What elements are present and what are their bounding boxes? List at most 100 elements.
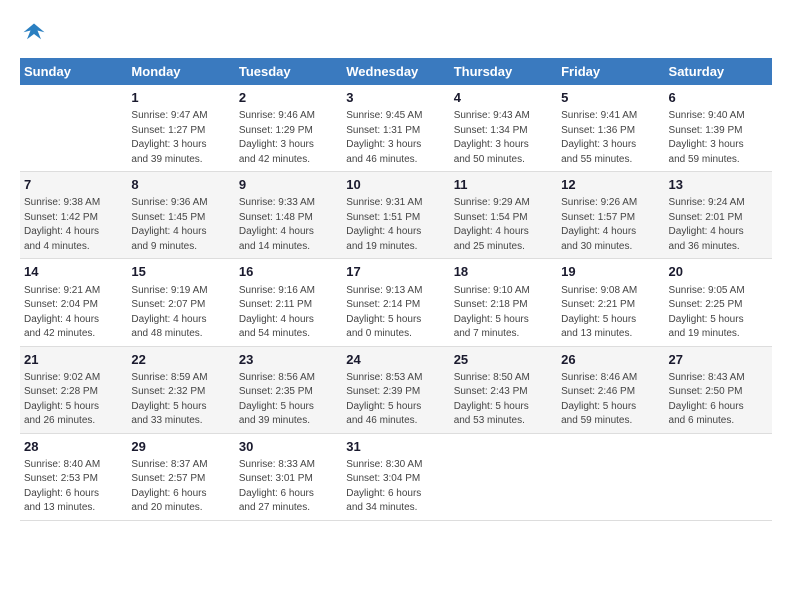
day-number: 21: [24, 351, 123, 369]
calendar-cell: 29 Sunrise: 8:37 AM Sunset: 2:57 PM Dayli…: [127, 433, 234, 520]
day-number: 30: [239, 438, 338, 456]
day-info: Sunrise: 9:47 AM Sunset: 1:27 PM Dayligh…: [131, 109, 230, 167]
day-info: Sunrise: 8:30 AM Sunset: 3:04 PM Dayligh…: [346, 458, 445, 516]
day-number: 1: [131, 89, 230, 107]
day-number: 18: [454, 263, 553, 281]
day-number: 22: [131, 351, 230, 369]
day-number: 25: [454, 351, 553, 369]
weekday-header-tuesday: Tuesday: [235, 58, 342, 85]
day-info: Sunrise: 9:08 AM Sunset: 2:21 PM Dayligh…: [561, 284, 660, 342]
day-info: Sunrise: 8:50 AM Sunset: 2:43 PM Dayligh…: [454, 371, 553, 429]
day-number: 17: [346, 263, 445, 281]
calendar-cell: 8 Sunrise: 9:36 AM Sunset: 1:45 PM Daylig…: [127, 172, 234, 259]
day-number: 20: [669, 263, 768, 281]
day-number: 16: [239, 263, 338, 281]
day-info: Sunrise: 8:37 AM Sunset: 2:57 PM Dayligh…: [131, 458, 230, 516]
day-info: Sunrise: 9:21 AM Sunset: 2:04 PM Dayligh…: [24, 284, 123, 342]
day-info: Sunrise: 8:46 AM Sunset: 2:46 PM Dayligh…: [561, 371, 660, 429]
calendar-cell: 25 Sunrise: 8:50 AM Sunset: 2:43 PM Dayli…: [450, 346, 557, 433]
calendar-cell: [557, 433, 664, 520]
calendar-cell: 13 Sunrise: 9:24 AM Sunset: 2:01 PM Dayli…: [665, 172, 772, 259]
day-number: 14: [24, 263, 123, 281]
day-number: 8: [131, 176, 230, 194]
calendar-cell: 22Sunrise: 8:59 AM Sunset: 2:32 PM Dayli…: [127, 346, 234, 433]
day-info: Sunrise: 8:33 AM Sunset: 3:01 PM Dayligh…: [239, 458, 338, 516]
calendar-cell: 31Sunrise: 8:30 AM Sunset: 3:04 PM Dayli…: [342, 433, 449, 520]
calendar-cell: 23Sunrise: 8:56 AM Sunset: 2:35 PM Dayli…: [235, 346, 342, 433]
calendar-cell: 9 Sunrise: 9:33 AM Sunset: 1:48 PM Daylig…: [235, 172, 342, 259]
calendar-cell: 2 Sunrise: 9:46 AM Sunset: 1:29 PM Daylig…: [235, 85, 342, 172]
calendar-cell: 7Sunrise: 9:38 AM Sunset: 1:42 PM Daylig…: [20, 172, 127, 259]
day-info: Sunrise: 9:26 AM Sunset: 1:57 PM Dayligh…: [561, 196, 660, 254]
weekday-header-monday: Monday: [127, 58, 234, 85]
day-info: Sunrise: 9:40 AM Sunset: 1:39 PM Dayligh…: [669, 109, 768, 167]
weekday-header-sunday: Sunday: [20, 58, 127, 85]
weekday-header-saturday: Saturday: [665, 58, 772, 85]
day-info: Sunrise: 9:05 AM Sunset: 2:25 PM Dayligh…: [669, 284, 768, 342]
calendar-cell: 16Sunrise: 9:16 AM Sunset: 2:11 PM Dayli…: [235, 259, 342, 346]
weekday-header-wednesday: Wednesday: [342, 58, 449, 85]
day-number: 12: [561, 176, 660, 194]
calendar-cell: 30 Sunrise: 8:33 AM Sunset: 3:01 PM Dayli…: [235, 433, 342, 520]
day-number: 10: [346, 176, 445, 194]
day-info: Sunrise: 9:33 AM Sunset: 1:48 PM Dayligh…: [239, 196, 338, 254]
calendar-cell: [20, 85, 127, 172]
day-info: Sunrise: 9:31 AM Sunset: 1:51 PM Dayligh…: [346, 196, 445, 254]
day-info: Sunrise: 9:29 AM Sunset: 1:54 PM Dayligh…: [454, 196, 553, 254]
page-header: [20, 20, 772, 48]
calendar-cell: 15 Sunrise: 9:19 AM Sunset: 2:07 PM Dayli…: [127, 259, 234, 346]
day-number: 29: [131, 438, 230, 456]
calendar-cell: 4 Sunrise: 9:43 AM Sunset: 1:34 PM Daylig…: [450, 85, 557, 172]
day-number: 3: [346, 89, 445, 107]
calendar-cell: 19 Sunrise: 9:08 AM Sunset: 2:21 PM Dayli…: [557, 259, 664, 346]
day-info: Sunrise: 9:36 AM Sunset: 1:45 PM Dayligh…: [131, 196, 230, 254]
day-info: Sunrise: 9:19 AM Sunset: 2:07 PM Dayligh…: [131, 284, 230, 342]
day-number: 15: [131, 263, 230, 281]
calendar-week-row: 1 Sunrise: 9:47 AM Sunset: 1:27 PM Daylig…: [20, 85, 772, 172]
day-number: 4: [454, 89, 553, 107]
calendar-cell: 26 Sunrise: 8:46 AM Sunset: 2:46 PM Dayli…: [557, 346, 664, 433]
day-number: 23: [239, 351, 338, 369]
calendar-week-row: 14 Sunrise: 9:21 AM Sunset: 2:04 PM Dayli…: [20, 259, 772, 346]
day-number: 7: [24, 176, 123, 194]
calendar-cell: 27 Sunrise: 8:43 AM Sunset: 2:50 PM Dayli…: [665, 346, 772, 433]
day-number: 11: [454, 176, 553, 194]
calendar-cell: 17 Sunrise: 9:13 AM Sunset: 2:14 PM Dayli…: [342, 259, 449, 346]
calendar-cell: 21Sunrise: 9:02 AM Sunset: 2:28 PM Dayli…: [20, 346, 127, 433]
calendar-cell: [665, 433, 772, 520]
day-info: Sunrise: 9:46 AM Sunset: 1:29 PM Dayligh…: [239, 109, 338, 167]
day-info: Sunrise: 9:43 AM Sunset: 1:34 PM Dayligh…: [454, 109, 553, 167]
calendar-table: SundayMondayTuesdayWednesdayThursdayFrid…: [20, 58, 772, 521]
day-number: 5: [561, 89, 660, 107]
calendar-cell: 1 Sunrise: 9:47 AM Sunset: 1:27 PM Daylig…: [127, 85, 234, 172]
logo: [20, 20, 52, 48]
calendar-week-row: 28Sunrise: 8:40 AM Sunset: 2:53 PM Dayli…: [20, 433, 772, 520]
calendar-week-row: 7Sunrise: 9:38 AM Sunset: 1:42 PM Daylig…: [20, 172, 772, 259]
day-number: 28: [24, 438, 123, 456]
calendar-cell: 14 Sunrise: 9:21 AM Sunset: 2:04 PM Dayli…: [20, 259, 127, 346]
calendar-cell: 5Sunrise: 9:41 AM Sunset: 1:36 PM Daylig…: [557, 85, 664, 172]
day-number: 27: [669, 351, 768, 369]
weekday-header-row: SundayMondayTuesdayWednesdayThursdayFrid…: [20, 58, 772, 85]
calendar-cell: 28Sunrise: 8:40 AM Sunset: 2:53 PM Dayli…: [20, 433, 127, 520]
calendar-week-row: 21Sunrise: 9:02 AM Sunset: 2:28 PM Dayli…: [20, 346, 772, 433]
day-info: Sunrise: 9:24 AM Sunset: 2:01 PM Dayligh…: [669, 196, 768, 254]
day-info: Sunrise: 8:43 AM Sunset: 2:50 PM Dayligh…: [669, 371, 768, 429]
day-info: Sunrise: 9:13 AM Sunset: 2:14 PM Dayligh…: [346, 284, 445, 342]
calendar-cell: [450, 433, 557, 520]
day-number: 6: [669, 89, 768, 107]
calendar-body: 1 Sunrise: 9:47 AM Sunset: 1:27 PM Daylig…: [20, 85, 772, 520]
day-info: Sunrise: 9:10 AM Sunset: 2:18 PM Dayligh…: [454, 284, 553, 342]
calendar-header: SundayMondayTuesdayWednesdayThursdayFrid…: [20, 58, 772, 85]
logo-icon: [20, 20, 48, 48]
day-number: 24: [346, 351, 445, 369]
day-number: 13: [669, 176, 768, 194]
calendar-cell: 10 Sunrise: 9:31 AM Sunset: 1:51 PM Dayli…: [342, 172, 449, 259]
day-info: Sunrise: 8:53 AM Sunset: 2:39 PM Dayligh…: [346, 371, 445, 429]
day-number: 19: [561, 263, 660, 281]
day-number: 26: [561, 351, 660, 369]
day-info: Sunrise: 9:45 AM Sunset: 1:31 PM Dayligh…: [346, 109, 445, 167]
weekday-header-friday: Friday: [557, 58, 664, 85]
day-number: 9: [239, 176, 338, 194]
day-number: 2: [239, 89, 338, 107]
